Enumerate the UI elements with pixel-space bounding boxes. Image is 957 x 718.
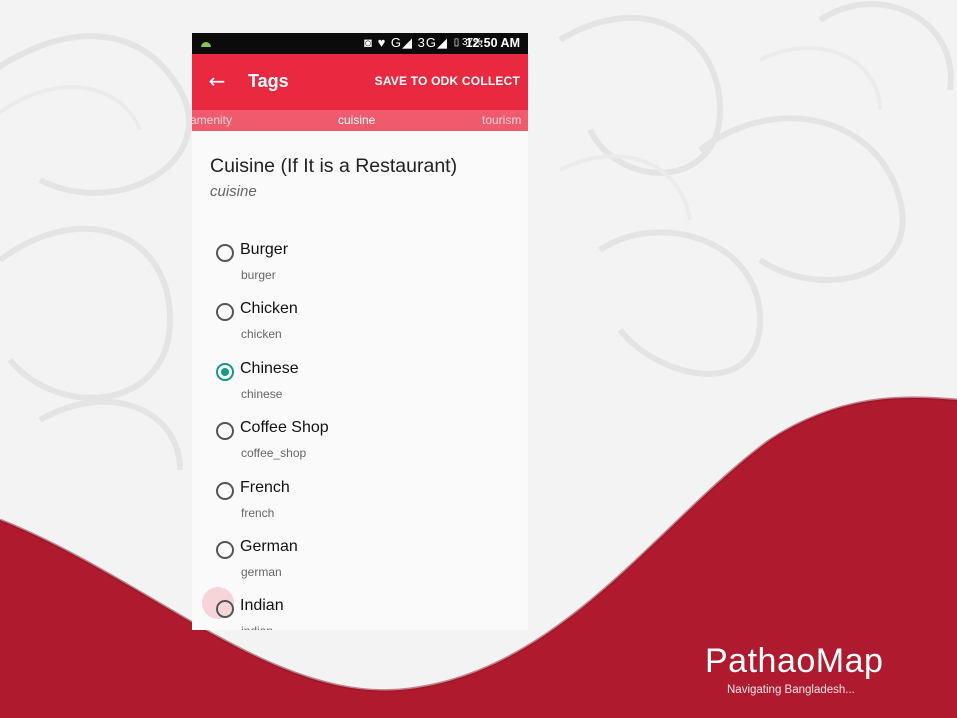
status-bar: ◙ ♥ G◢ 3G◢ ▯ 37% 12:50 AM (192, 33, 528, 54)
status-time: 12:50 AM (465, 36, 520, 50)
tab-amenity[interactable]: amenity (192, 113, 232, 127)
logo-tagline: Navigating Bangladesh... (727, 684, 855, 696)
option-key: chicken (241, 327, 282, 341)
option-key: coffee_shop (241, 446, 307, 460)
radio-button[interactable] (216, 600, 234, 618)
option-german[interactable]: German german (216, 536, 506, 586)
option-indian[interactable]: Indian indian (202, 587, 506, 630)
option-key: burger (241, 268, 276, 282)
logo-name: PathaoMap (705, 642, 884, 680)
option-key: french (241, 506, 275, 520)
tab-tourism[interactable]: tourism (482, 113, 521, 127)
question-title: Cuisine (If It is a Restaurant) (210, 155, 458, 177)
radio-button[interactable] (216, 422, 234, 440)
option-chinese[interactable]: Chinese chinese (216, 358, 506, 408)
pathaomap-logo: PathaoMap Navigating Bangladesh... (705, 642, 884, 696)
option-label: Burger (240, 241, 289, 258)
radio-button-checked[interactable] (216, 363, 234, 381)
back-arrow-icon[interactable]: ← (202, 66, 232, 96)
option-coffee-shop[interactable]: Coffee Shop coffee_shop (216, 417, 506, 467)
radio-button[interactable] (216, 303, 234, 321)
option-key: chinese (241, 387, 283, 401)
radio-button[interactable] (216, 244, 234, 262)
option-label: Chinese (240, 360, 299, 377)
option-burger[interactable]: Burger burger (216, 239, 506, 289)
toolbar-title: Tags (248, 71, 289, 91)
radio-button[interactable] (216, 541, 234, 559)
tab-cuisine[interactable]: cuisine (338, 113, 375, 127)
question-key: cuisine (210, 183, 257, 200)
option-label: Chicken (240, 300, 298, 317)
android-icon (200, 37, 212, 51)
tag-tabs: amenity cuisine tourism (192, 110, 528, 131)
option-label: French (240, 479, 290, 496)
option-french[interactable]: French french (216, 477, 506, 527)
radio-button[interactable] (216, 482, 234, 500)
network-signal-icons: ◙ ♥ G◢ 3G◢ (364, 35, 448, 50)
option-label: Coffee Shop (240, 419, 329, 436)
option-key: german (241, 565, 282, 579)
option-label: Indian (240, 597, 284, 614)
app-toolbar: ← Tags SAVE TO ODK COLLECT (192, 54, 528, 110)
save-to-odk-collect-button[interactable]: SAVE TO ODK COLLECT (375, 74, 520, 88)
phone-screen: ◙ ♥ G◢ 3G◢ ▯ 37% 12:50 AM ← Tags SAVE TO… (192, 33, 528, 630)
option-label: German (240, 538, 298, 555)
option-key: indian (241, 624, 273, 630)
option-chicken[interactable]: Chicken chicken (216, 298, 506, 348)
